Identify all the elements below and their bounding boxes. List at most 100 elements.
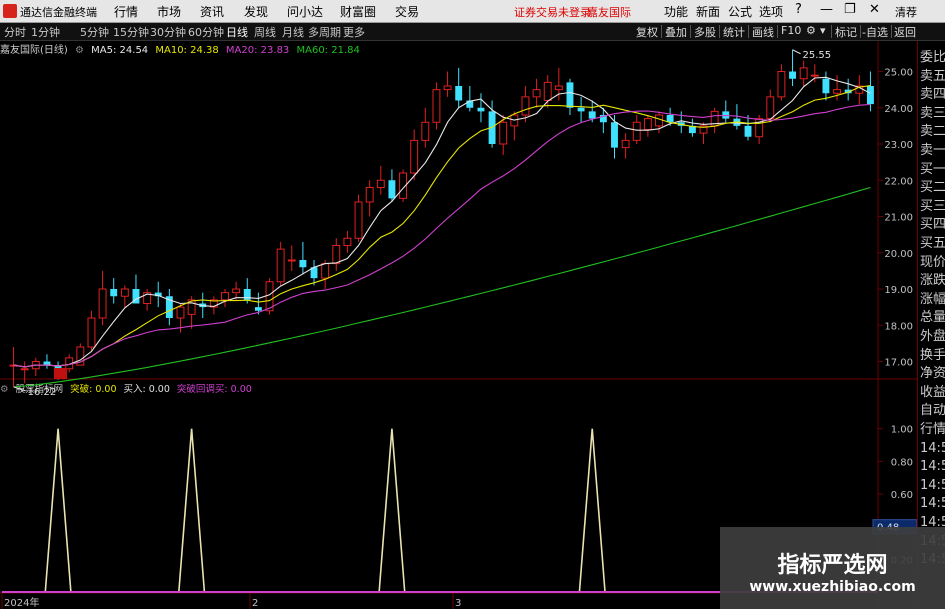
- candle-body: [744, 125, 752, 137]
- candle-body: [521, 96, 530, 116]
- price-tick-label: 21.00: [884, 213, 913, 224]
- sidebar-item-outer-vol: 外盘: [920, 329, 945, 344]
- candle-body: [789, 71, 796, 79]
- sub-tick-label: 1.00: [891, 425, 913, 436]
- sidebar-item-sell5: 卖五: [920, 68, 945, 84]
- sidebar-item-time: 14:5: [920, 459, 945, 475]
- sidebar-item-net-asset: 净资: [920, 366, 945, 382]
- price-tick-label: 20.00: [884, 249, 913, 260]
- sidebar-item-turnover: 换手: [920, 347, 945, 363]
- candle-body: [655, 114, 663, 127]
- sidebar-item-quote: 行情: [920, 422, 945, 437]
- sidebar-item-earnings: 收益: [920, 384, 945, 400]
- signal-spike: [178, 428, 206, 593]
- candle-body: [20, 368, 29, 371]
- kline-chart[interactable]: 25.0024.0023.0022.0021.0020.0019.0018.00…: [0, 0, 945, 609]
- sub-tick-label: 0.60: [891, 490, 913, 501]
- candle-body: [376, 179, 385, 188]
- candle-body: [276, 248, 285, 283]
- high-marker-arrow: [792, 49, 801, 55]
- candle-body: [110, 289, 118, 297]
- signal-spike: [378, 428, 406, 593]
- candle-body: [432, 89, 441, 123]
- price-tick-label: 22.00: [884, 176, 913, 187]
- price-tick-label: 18.00: [884, 321, 913, 332]
- candle-body: [98, 288, 107, 319]
- price-tick-label: 24.00: [884, 104, 913, 115]
- candle-body: [477, 107, 485, 112]
- candle-body: [87, 317, 96, 348]
- candle-body: [421, 121, 430, 141]
- high-price-label: 25.55: [803, 50, 832, 61]
- sidebar-item-buy3: 买三: [920, 198, 945, 214]
- sidebar-item-pct-change: 涨幅: [920, 291, 945, 307]
- candle-body: [611, 122, 618, 148]
- ma10-line: [13, 85, 871, 368]
- candle-body: [354, 201, 363, 239]
- candle-body: [777, 71, 786, 98]
- sidebar-item-sell1: 卖一: [920, 143, 945, 158]
- sidebar-item-auto: 自动: [920, 403, 945, 419]
- time-tick-label: 2024年: [4, 596, 39, 609]
- low-marker-arrow: [13, 386, 26, 392]
- sidebar-item-time: 14:5: [920, 496, 945, 512]
- candle-body: [365, 187, 374, 203]
- watermark: 指标严选网 www.xuezhibiao.com: [720, 527, 945, 609]
- ma20-line: [13, 103, 871, 368]
- sidebar-item-sell4: 卖四: [920, 87, 945, 103]
- sidebar-item-buy5: 买五: [920, 236, 945, 251]
- candle-body: [321, 263, 330, 279]
- event-flag-icon: [54, 368, 67, 379]
- sidebar-item-weibi: 委比: [920, 50, 945, 65]
- sidebar-item-sell3: 卖三: [920, 105, 945, 121]
- signal-spike: [44, 428, 72, 593]
- sidebar-item-price: 现价: [920, 254, 945, 270]
- candle-body: [810, 74, 819, 77]
- candle-body: [443, 85, 452, 91]
- candle-body: [299, 260, 307, 268]
- candle-body: [833, 89, 842, 94]
- sidebar-item-volume: 总量: [920, 310, 945, 326]
- candle-body: [287, 259, 296, 262]
- watermark-title: 指标严选网: [777, 553, 888, 578]
- candle-body: [532, 89, 541, 98]
- time-tick-label: 3: [455, 598, 461, 609]
- candle-body: [343, 237, 352, 246]
- sidebar-item-buy4: 买四: [920, 217, 945, 233]
- quote-sidebar: 委比 卖五 卖四 卖三 卖二 卖一 买一 买二 买三 买四 买五 现价 涨跌 涨幅 总量 外盘 换手 净资 收益 自动…: [917, 41, 945, 609]
- candle-body: [543, 81, 552, 101]
- candle-body: [221, 292, 229, 301]
- signal-spike: [578, 428, 606, 593]
- sidebar-item-sell2: 卖二: [920, 124, 945, 140]
- candle-body: [410, 139, 419, 174]
- candle-body: [666, 115, 674, 123]
- candle-body: [632, 121, 641, 141]
- candle-body: [621, 139, 630, 149]
- candle-body: [799, 67, 808, 80]
- candle-body: [822, 78, 830, 94]
- candle-body: [499, 121, 508, 145]
- candle-body: [643, 118, 652, 130]
- candle-body: [866, 86, 874, 105]
- candle-body: [455, 86, 463, 101]
- candle-body: [254, 307, 262, 311]
- candle-body: [176, 306, 185, 319]
- candle-body: [588, 111, 596, 119]
- watermark-url: www.xuezhibiao.com: [749, 579, 916, 595]
- sidebar-item-buy1: 买一: [920, 161, 945, 177]
- candle-body: [554, 85, 563, 91]
- ma60-line: [13, 186, 871, 388]
- candle-body: [388, 180, 396, 199]
- price-tick-label: 23.00: [884, 140, 913, 151]
- ma5-line: [13, 76, 871, 368]
- low-price-label: 16.22: [28, 387, 57, 398]
- candle-body: [120, 288, 129, 297]
- time-tick-label: 2: [252, 598, 258, 609]
- sidebar-item-time: 14:5: [920, 440, 945, 456]
- sidebar-item-buy2: 买二: [920, 180, 945, 196]
- candle-body: [232, 288, 241, 294]
- candle-body: [577, 107, 585, 112]
- price-tick-label: 17.00: [884, 358, 913, 369]
- candle-body: [332, 245, 341, 265]
- sub-tick-label: 0.80: [891, 457, 913, 468]
